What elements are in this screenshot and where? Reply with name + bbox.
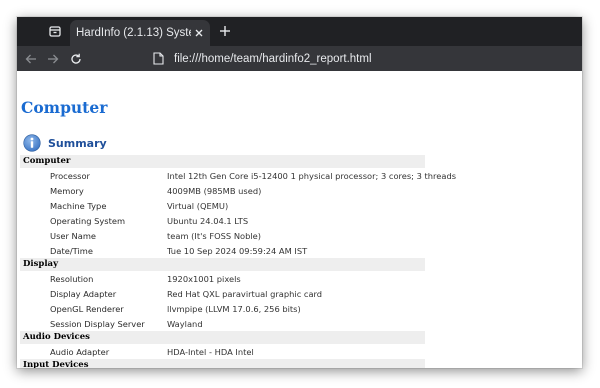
table-row: Session Display Server Wayland [20, 316, 425, 331]
report-table: Computer Processor Intel 12th Gen Core i5-… [20, 155, 456, 368]
row-key: Resolution [50, 274, 94, 284]
section-header: Display [20, 258, 425, 271]
summary-title: Summary [48, 136, 107, 150]
table-row: Operating System Ubuntu 24.04.1 LTS [20, 213, 425, 228]
row-value: 4009MB (985MB used) [167, 186, 262, 196]
report-page: Computer Summary Computer Processor Intel … [17, 71, 582, 368]
reload-icon[interactable] [67, 50, 85, 68]
tab-hardinfo-report[interactable]: HardInfo (2.1.13) System Rep [70, 20, 210, 46]
address-bar[interactable]: file:///home/team/hardinfo2_report.html [145, 46, 582, 71]
row-value: llvmpipe (LLVM 17.0.6, 256 bits) [167, 304, 301, 314]
row-value: Red Hat QXL paravirtual graphic card [167, 289, 323, 299]
url-text: file:///home/team/hardinfo2_report.html [174, 52, 372, 65]
row-value: Ubuntu 24.04.1 LTS [167, 216, 249, 226]
row-value: HDA-Intel - HDA Intel [167, 347, 254, 357]
row-value: Tue 10 Sep 2024 09:59:24 AM IST [167, 246, 308, 256]
row-key: Display Adapter [50, 289, 117, 299]
back-arrow-icon[interactable] [22, 50, 40, 68]
table-row: OpenGL Renderer llvmpipe (LLVM 17.0.6, 25… [20, 301, 425, 316]
tab-strip: HardInfo (2.1.13) System Rep [17, 17, 582, 46]
row-key: Memory [50, 186, 84, 196]
table-row: Memory 4009MB (985MB used) [20, 183, 425, 198]
table-row: Machine Type Virtual (QEMU) [20, 198, 425, 213]
row-key: Machine Type [50, 201, 107, 211]
table-row: Audio Adapter HDA-Intel - HDA Intel [20, 344, 425, 359]
table-row: User Name team (It's FOSS Noble) [20, 228, 425, 243]
table-row: Display Adapter Red Hat QXL paravirtual g… [20, 286, 425, 301]
row-key: Date/Time [50, 246, 93, 256]
section-header: Computer [20, 155, 425, 168]
row-key: User Name [50, 231, 97, 241]
row-value: team (It's FOSS Noble) [167, 231, 262, 241]
browser-window: HardInfo (2.1.13) System Rep [17, 17, 582, 368]
browser-toolbar: file:///home/team/hardinfo2_report.html [17, 46, 582, 71]
page-icon [151, 52, 165, 66]
section-header: Audio Devices [20, 331, 425, 344]
row-value: Wayland [167, 319, 203, 329]
row-key: OpenGL Renderer [50, 304, 124, 314]
tab-title: HardInfo (2.1.13) System Rep [76, 27, 191, 39]
table-row: Date/Time Tue 10 Sep 2024 09:59:24 AM IST [20, 243, 425, 258]
table-row: Processor Intel 12th Gen Core i5-12400 1 … [20, 168, 456, 183]
section-header: Input Devices [20, 359, 425, 368]
page-title: Computer [21, 98, 108, 117]
summary-heading: Summary [23, 133, 107, 153]
tab-search-icon[interactable] [47, 23, 63, 39]
forward-arrow-icon[interactable] [44, 50, 62, 68]
row-key: Audio Adapter [50, 347, 110, 357]
row-value: Intel 12th Gen Core i5-12400 1 physical … [167, 171, 457, 181]
row-key: Processor [50, 171, 90, 181]
row-value: 1920x1001 pixels [167, 274, 241, 284]
row-key: Operating System [50, 216, 126, 226]
info-icon [23, 134, 41, 152]
plus-icon[interactable] [217, 23, 233, 39]
close-icon[interactable] [193, 27, 205, 39]
row-key: Session Display Server [50, 319, 145, 329]
table-row: Resolution 1920x1001 pixels [20, 271, 425, 286]
row-value: Virtual (QEMU) [167, 201, 229, 211]
